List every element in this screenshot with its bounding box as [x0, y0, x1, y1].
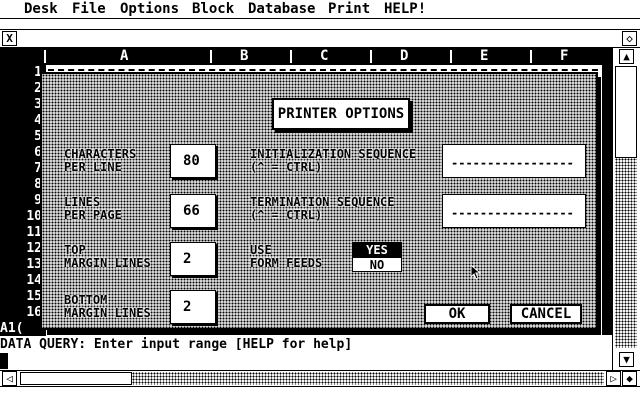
column-header: A B C D E F — [0, 48, 612, 65]
term-sequence-label: TERMINATION SEQUENCE (^ = CTRL) — [250, 195, 395, 222]
scroll-thumb-horizontal[interactable] — [20, 372, 132, 385]
vertical-scrollbar[interactable]: ▲ ▼ — [612, 48, 640, 370]
cell-cursor-a1 — [48, 69, 608, 71]
scroll-left-icon[interactable]: ◁ — [2, 371, 17, 386]
scroll-up-icon[interactable]: ▲ — [619, 49, 634, 64]
column-separator — [210, 50, 212, 63]
scroll-track[interactable] — [615, 158, 637, 348]
printer-options-dialog: PRINTER OPTIONS CHARACTERS PER LINE 80 L… — [40, 72, 598, 330]
menu-options[interactable]: Options — [120, 1, 179, 18]
horizontal-scrollbar[interactable]: ◁ ▷ ◆ — [0, 370, 640, 387]
column-e-header[interactable]: E — [480, 48, 488, 65]
top-margin-label: TOP MARGIN LINES — [64, 243, 151, 270]
scroll-thumb[interactable] — [615, 66, 637, 158]
column-d-header[interactable]: D — [400, 48, 408, 65]
init-sequence-label: INITIALIZATION SEQUENCE (^ = CTRL) — [250, 147, 417, 174]
chars-per-line-label: CHARACTERS PER LINE — [64, 147, 137, 174]
menu-block[interactable]: Block — [192, 1, 234, 18]
ok-button[interactable]: OK — [424, 304, 490, 324]
term-sequence-field[interactable]: ----------------- — [442, 194, 586, 228]
window-title-bar[interactable]: X ◇ — [0, 29, 640, 48]
form-feeds-no-option[interactable]: NO — [352, 257, 402, 272]
form-feeds-yes-option[interactable]: YES — [352, 242, 402, 257]
scroll-right-icon[interactable]: ▷ — [606, 371, 621, 386]
grid-edge — [602, 65, 612, 335]
bottom-margin-label: BOTTOM MARGIN LINES — [64, 293, 151, 320]
column-separator — [370, 50, 372, 63]
input-cursor — [0, 353, 8, 369]
bottom-margin-value: 2 — [183, 299, 192, 315]
form-feeds-label: USE FORM FEEDS — [250, 243, 323, 270]
dialog-title: PRINTER OPTIONS — [272, 98, 410, 130]
scroll-down-icon[interactable]: ▼ — [619, 352, 634, 367]
fullscreen-icon[interactable]: ◇ — [622, 31, 637, 46]
menu-database[interactable]: Database — [248, 1, 315, 18]
size-icon[interactable]: ◆ — [622, 371, 637, 386]
top-margin-value: 2 — [183, 251, 192, 267]
menu-file[interactable]: File — [72, 1, 106, 18]
lines-per-page-field[interactable]: 66 — [170, 194, 216, 228]
column-separator — [530, 50, 532, 63]
scroll-track-horizontal[interactable] — [132, 372, 604, 385]
menu-desk[interactable]: Desk — [24, 1, 58, 18]
mouse-pointer-icon — [470, 264, 482, 280]
column-b-header[interactable]: B — [240, 48, 248, 65]
column-separator — [44, 50, 46, 63]
column-a-header[interactable]: A — [120, 48, 128, 65]
lines-per-page-label: LINES PER PAGE — [64, 195, 122, 222]
column-c-header[interactable]: C — [320, 48, 328, 65]
query-prompt: DATA QUERY: Enter input range [HELP for … — [0, 337, 353, 352]
bottom-margin-field[interactable]: 2 — [170, 290, 216, 324]
lines-per-page-value: 66 — [183, 203, 200, 219]
column-separator — [290, 50, 292, 63]
chars-per-line-field[interactable]: 80 — [170, 144, 216, 178]
chars-per-line-value: 80 — [183, 153, 200, 169]
menu-bar: Desk File Options Block Database Print H… — [0, 0, 640, 19]
menu-print[interactable]: Print — [328, 1, 370, 18]
close-icon[interactable]: X — [2, 31, 17, 46]
top-margin-field[interactable]: 2 — [170, 242, 216, 276]
column-separator — [450, 50, 452, 63]
menu-help[interactable]: HELP! — [384, 1, 426, 18]
cancel-button[interactable]: CANCEL — [510, 304, 582, 324]
init-sequence-field[interactable]: ----------------- — [442, 144, 586, 178]
column-f-header[interactable]: F — [560, 48, 568, 65]
